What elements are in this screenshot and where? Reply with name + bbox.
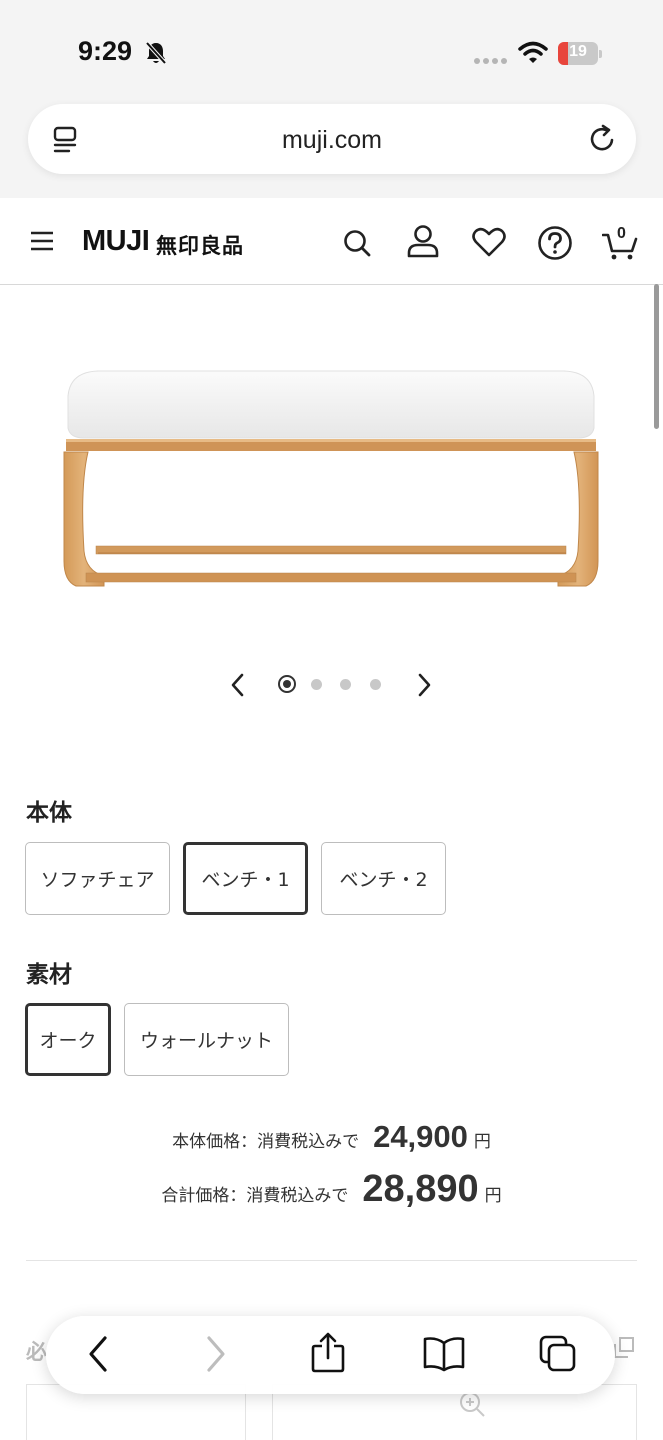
carousel-dot[interactable] [340, 679, 351, 690]
peek-section-title: 必 [26, 1340, 47, 1364]
option-bench-1[interactable]: ベンチ・1 [183, 842, 308, 915]
material-option-title: 素材 [26, 962, 72, 988]
page-scrollbar[interactable] [654, 284, 659, 429]
total-price-currency: 円 [484, 1186, 502, 1206]
bookmarks-icon[interactable] [422, 1336, 466, 1372]
compare-icon[interactable] [612, 1336, 636, 1360]
body-option-title: 本体 [26, 800, 72, 826]
wifi-icon [518, 41, 548, 63]
body-price-value: 24,900 [373, 1119, 468, 1154]
menu-icon[interactable] [30, 231, 54, 251]
help-icon[interactable] [537, 225, 573, 261]
url-text[interactable]: muji.com [28, 126, 636, 155]
chevron-left-icon[interactable] [230, 672, 246, 698]
total-price-value: 28,890 [362, 1168, 479, 1210]
status-time: 9:29 [78, 36, 133, 66]
carousel-dot[interactable] [370, 679, 381, 690]
carousel-dot[interactable] [278, 675, 296, 693]
total-price: 合計価格：消費税込みで 28,890 円 [0, 1168, 663, 1211]
body-price: 本体価格：消費税込みで 24,900 円 [0, 1119, 663, 1155]
carousel-controls [0, 672, 663, 698]
total-price-label: 合計価格：消費税込みで [161, 1186, 349, 1206]
zoom-in-icon[interactable] [458, 1390, 486, 1418]
muji-logo-jp[interactable]: 無印良品 [156, 230, 244, 260]
body-price-currency: 円 [473, 1132, 491, 1152]
battery-level: 19 [569, 43, 587, 60]
browser-toolbar [46, 1316, 615, 1394]
site-header: MUJI 無印良品 0 [0, 198, 663, 285]
battery-icon: 19 [558, 42, 602, 65]
back-icon[interactable] [86, 1334, 110, 1374]
address-bar[interactable]: muji.com [28, 104, 636, 174]
status-bar: 9:29 19 [0, 0, 663, 100]
signal-icon [474, 58, 507, 64]
carousel-dot[interactable] [311, 679, 322, 690]
share-icon[interactable] [310, 1332, 346, 1374]
heart-icon[interactable] [472, 226, 506, 258]
bell-slash-icon [145, 41, 167, 65]
chevron-right-icon[interactable] [416, 672, 432, 698]
account-icon[interactable] [406, 224, 440, 258]
reload-icon[interactable] [588, 124, 618, 154]
cart-count-badge: 0 [617, 225, 626, 242]
forward-icon [207, 1336, 225, 1372]
body-price-label: 本体価格：消費税込みで [172, 1132, 360, 1152]
option-bench-2[interactable]: ベンチ・2 [321, 842, 446, 915]
tabs-icon[interactable] [538, 1334, 578, 1374]
option-sofa-chair[interactable]: ソファチェア [25, 842, 170, 915]
search-icon[interactable] [342, 228, 372, 258]
section-divider [26, 1260, 637, 1261]
browser-chrome: muji.com [0, 100, 663, 198]
product-gallery[interactable] [0, 286, 663, 726]
option-oak[interactable]: オーク [25, 1003, 111, 1076]
bench-photo [63, 370, 599, 587]
muji-logo[interactable]: MUJI [82, 225, 150, 258]
option-walnut[interactable]: ウォールナット [124, 1003, 289, 1076]
